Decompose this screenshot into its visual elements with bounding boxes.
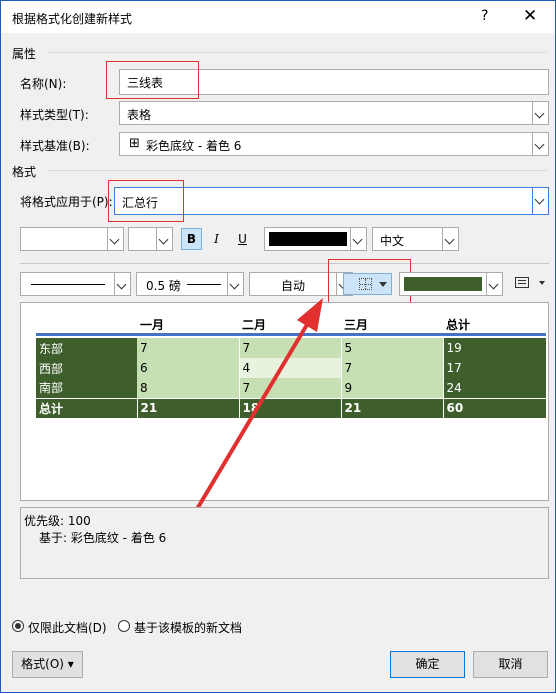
caret-down-icon: ▾ [63,657,74,671]
annotation-arrow [164,298,323,563]
template-label[interactable]: 基于该模板的新文档 [134,619,242,636]
format-menu-button[interactable]: 格式(O) ▾ [12,651,83,678]
style-description: 优先级: 100 基于: 彩色底纹 - 着色 6 [20,507,549,579]
ok-button[interactable]: 确定 [390,651,465,678]
priority-text: 优先级: 100 [24,514,91,528]
template-radio[interactable] [118,620,130,632]
this-document-label[interactable]: 仅限此文档(D) [28,619,107,636]
based-on-text: 基于: 彩色底纹 - 着色 6 [39,531,167,545]
dialog-window: 根据格式化创建新样式 ? ✕ 属性 名称(N): 三线表 样式类型(T): 表格… [0,0,556,693]
cancel-button[interactable]: 取消 [473,651,548,678]
this-document-radio[interactable] [12,620,24,632]
